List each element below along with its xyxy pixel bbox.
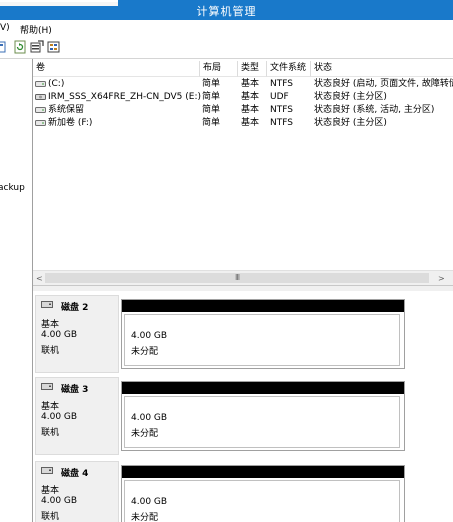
unallocated-bar — [122, 466, 404, 478]
volume-status: 状态良好 (主分区) — [314, 92, 387, 102]
title-bar: 计算机管理 — [0, 0, 453, 20]
disk-name: 磁盘 4 — [61, 469, 89, 479]
disk-icon — [41, 467, 53, 474]
volume-layout: 简单 — [202, 118, 221, 128]
column-header-filesystem[interactable]: 文件系统 — [267, 61, 311, 77]
volume-filesystem: NTFS — [270, 105, 293, 115]
disk-name: 磁盘 3 — [61, 385, 89, 395]
disk-block: 磁盘 2 基本 4.00 GB 联机 4.00 GB 未分配 — [33, 295, 453, 373]
partition-inner: 4.00 GB 未分配 — [124, 314, 400, 366]
refresh-icon[interactable] — [13, 40, 27, 54]
disk-type: 基本 — [41, 402, 60, 412]
drive-icon — [35, 120, 46, 126]
volume-type: 基本 — [241, 92, 260, 102]
partition-status: 未分配 — [131, 429, 159, 439]
unallocated-bar — [122, 300, 404, 312]
volume-layout: 简单 — [202, 79, 221, 89]
partition-inner: 4.00 GB 未分配 — [124, 480, 400, 522]
drive-icon — [35, 107, 46, 113]
volume-name: 新加卷 (F:) — [48, 118, 93, 128]
table-row[interactable]: 系统保留 简单 基本 NTFS 状态良好 (系统, 活动, 主分区) — [33, 104, 453, 117]
disk-size: 4.00 GB — [41, 496, 78, 506]
export-list-icon[interactable] — [30, 40, 44, 54]
volume-layout: 简单 — [202, 105, 221, 115]
volume-name: IRM_SSS_X64FRE_ZH-CN_DV5 (E:) — [48, 92, 201, 102]
menu-bar: V) 帮助(H) — [0, 20, 453, 38]
disk-size: 4.00 GB — [41, 412, 78, 422]
disk-state: 联机 — [41, 512, 60, 522]
disk-label[interactable]: 磁盘 4 基本 4.00 GB 联机 — [35, 461, 119, 522]
partition-size: 4.00 GB — [131, 331, 168, 341]
disk-block: 磁盘 3 基本 4.00 GB 联机 4.00 GB 未分配 — [33, 377, 453, 455]
volume-layout: 简单 — [202, 92, 221, 102]
column-header-type[interactable]: 类型 — [238, 61, 267, 77]
partition-status: 未分配 — [131, 347, 159, 357]
volume-type: 基本 — [241, 105, 260, 115]
scrollbar-grip: III — [235, 273, 240, 282]
title-bar-left-highlight — [0, 0, 118, 2]
unallocated-partition[interactable]: 4.00 GB 未分配 — [121, 299, 405, 369]
disk-map: 磁盘 2 基本 4.00 GB 联机 4.00 GB 未分配 磁盘 3 基本 4… — [33, 291, 453, 522]
unallocated-partition[interactable]: 4.00 GB 未分配 — [121, 465, 405, 522]
nav-item-backup[interactable]: ackup — [0, 183, 25, 193]
horizontal-scrollbar[interactable]: < III > — [33, 270, 453, 286]
disk-icon — [41, 301, 53, 308]
volume-type: 基本 — [241, 118, 260, 128]
disk-type: 基本 — [41, 486, 60, 496]
scrollbar-thumb[interactable]: III — [45, 273, 429, 283]
volume-name: (C:) — [48, 79, 65, 89]
disk-label[interactable]: 磁盘 2 基本 4.00 GB 联机 — [35, 295, 119, 373]
disk-block: 磁盘 4 基本 4.00 GB 联机 4.00 GB 未分配 — [33, 461, 453, 522]
navigation-pane: ackup — [0, 59, 33, 522]
volume-status: 状态良好 (系统, 活动, 主分区) — [314, 105, 435, 115]
properties-icon[interactable] — [47, 40, 61, 54]
volume-list: 卷 布局 类型 文件系统 状态 (C:) 简单 基本 NTFS 状态良好 (启动… — [33, 59, 453, 285]
disk-icon — [41, 383, 53, 390]
disk-name: 磁盘 2 — [61, 303, 89, 313]
dvd-drive-icon — [35, 94, 46, 100]
toolbar — [0, 37, 453, 59]
volume-filesystem: NTFS — [270, 79, 293, 89]
volume-name: 系统保留 — [48, 105, 85, 115]
window-title: 计算机管理 — [196, 5, 257, 18]
column-header-volume[interactable]: 卷 — [33, 61, 200, 77]
partition-size: 4.00 GB — [131, 413, 168, 423]
toolbar-icon-partial[interactable] — [0, 40, 14, 54]
disk-type: 基本 — [41, 320, 60, 330]
disk-state: 联机 — [41, 346, 60, 356]
column-header-layout[interactable]: 布局 — [200, 61, 238, 77]
unallocated-bar — [122, 382, 404, 394]
menu-view[interactable]: V) — [0, 23, 10, 33]
menu-help[interactable]: 帮助(H) — [20, 23, 52, 36]
unallocated-partition[interactable]: 4.00 GB 未分配 — [121, 381, 405, 451]
volume-status: 状态良好 (启动, 页面文件, 故障转储 — [314, 79, 453, 89]
drive-icon — [35, 81, 46, 87]
table-row[interactable]: (C:) 简单 基本 NTFS 状态良好 (启动, 页面文件, 故障转储 — [33, 78, 453, 91]
partition-size: 4.00 GB — [131, 497, 168, 507]
table-row[interactable]: IRM_SSS_X64FRE_ZH-CN_DV5 (E:) 简单 基本 UDF … — [33, 91, 453, 104]
volume-filesystem: UDF — [270, 92, 289, 102]
volume-type: 基本 — [241, 79, 260, 89]
disk-state: 联机 — [41, 428, 60, 438]
disk-label[interactable]: 磁盘 3 基本 4.00 GB 联机 — [35, 377, 119, 455]
partition-status: 未分配 — [131, 513, 159, 522]
disk-size: 4.00 GB — [41, 330, 78, 340]
table-row[interactable]: 新加卷 (F:) 简单 基本 NTFS 状态良好 (主分区) — [33, 117, 453, 130]
scroll-left-icon[interactable]: < — [36, 274, 43, 283]
column-header-status[interactable]: 状态 — [311, 61, 453, 77]
volume-status: 状态良好 (主分区) — [314, 118, 387, 128]
volume-filesystem: NTFS — [270, 118, 293, 128]
partition-inner: 4.00 GB 未分配 — [124, 396, 400, 448]
scroll-right-icon[interactable]: > — [438, 274, 445, 283]
